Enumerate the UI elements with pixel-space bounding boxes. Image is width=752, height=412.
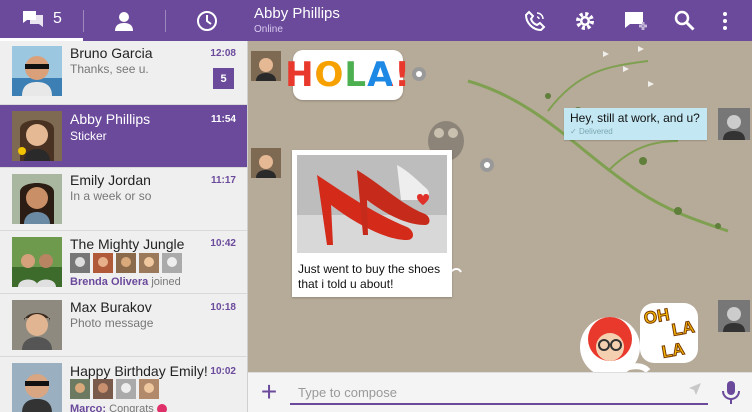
my-avatar [718,300,750,332]
group-avatar [12,363,62,412]
group-avatar [12,237,62,287]
conversation-row[interactable]: Bruno Garcia 12:08 Thanks, see u. 5 [0,41,247,105]
conversation-time: 10:42 [210,238,236,249]
add-message-icon [625,11,647,30]
member-avatar [116,253,136,273]
tab-divider [83,10,84,32]
clock-icon [196,10,217,31]
conversation-preview: Sticker [70,129,107,143]
sender-avatar [251,148,281,178]
contacts-icon [115,11,133,31]
member-avatar [139,379,159,399]
group-event: Brenda Olivera joined [70,276,181,288]
event-user: Brenda Olivera [70,276,149,288]
avatar [12,46,62,96]
sticker-oh-la-la[interactable]: OH LA LA [578,299,708,372]
sticker-text-la: LA [660,339,687,363]
message-thread[interactable]: HOLA! Hey, still at work, and u? ✓ Deliv… [248,41,752,372]
compose-input[interactable] [290,381,708,405]
unread-badge: 5 [213,68,234,89]
chat-header[interactable]: Abby Phillips Online [248,0,510,41]
attach-button[interactable]: + [256,377,282,407]
conversation-row[interactable]: Emily Jordan 11:17 In a week or so [0,168,247,231]
member-avatar [162,253,182,273]
tab-bar: 5 [0,0,248,41]
conversation-time: 11:17 [210,175,236,186]
contact-status: Online [254,24,283,35]
header-actions [510,0,752,41]
conversation-preview: Photo message [70,316,154,330]
avatar [12,300,62,350]
search-icon [674,10,695,31]
member-avatar [139,253,159,273]
message-status: ✓ Delivered [570,127,613,136]
conversation-row[interactable]: Happy Birthday Emily! 10:02 Marco: Congr… [0,357,247,412]
location-pin-icon[interactable] [412,67,426,81]
group-members [70,253,182,273]
avatar [12,111,62,161]
shoes-photo[interactable] [297,155,447,253]
chats-count: 5 [53,10,62,27]
contact-name: Abby Phillips [254,5,340,22]
conversation-name: Abby Phillips [70,111,151,127]
outgoing-message[interactable]: Hey, still at work, and u? ✓ Delivered [564,108,707,140]
conversation-name: The Mighty Jungle [70,236,185,252]
conversation-row-selected[interactable]: Abby Phillips 11:54 Sticker [0,105,247,168]
photo-caption: Just went to buy the shoes that i told u… [298,262,441,291]
top-bar: 5 Abby Phillips Online [0,0,752,41]
conversation-preview: In a week or so [70,189,152,203]
photo-message[interactable]: Just went to buy the shoes that i told u… [292,150,452,297]
tab-recents[interactable] [165,0,248,41]
avatar [12,174,62,224]
group-members [70,379,159,399]
send-location-icon[interactable] [688,382,702,396]
member-avatar [70,253,90,273]
call-button[interactable] [510,0,560,41]
search-button[interactable] [660,0,710,41]
message-text: Hey, still at work, and u? [570,111,700,125]
conversation-time: 10:02 [210,366,236,377]
event-user: Marco: [70,403,107,412]
conversation-name: Emily Jordan [70,172,151,188]
tab-contacts[interactable] [83,0,165,41]
conversation-list[interactable]: Bruno Garcia 12:08 Thanks, see u. 5 Abby… [0,41,248,412]
conversation-time: 11:54 [210,114,236,125]
event-text: Congrats [106,403,154,412]
compose-bar: + [248,372,752,412]
sticker-text: HOLA! [285,55,411,95]
sticker-icon [156,404,167,412]
conversation-preview: Thanks, see u. [70,62,149,76]
member-avatar [116,379,136,399]
new-message-button[interactable] [610,0,660,41]
tab-chats[interactable]: 5 [0,0,83,41]
plus-icon: + [260,376,278,407]
member-avatar [93,253,113,273]
settings-button[interactable] [560,0,610,41]
conversation-row[interactable]: Max Burakov 10:18 Photo message [0,294,247,357]
phone-icon [524,10,546,31]
event-text: joined [148,276,181,288]
member-avatar [93,379,113,399]
conversation-name: Bruno Garcia [70,45,153,61]
chats-icon [23,11,44,27]
tab-divider [165,10,166,32]
group-event: Marco: Congrats [70,403,167,412]
sticker-hola[interactable]: HOLA! [285,50,410,100]
conversation-name: Happy Birthday Emily! [70,363,208,379]
my-avatar [718,108,750,140]
microphone-icon[interactable] [720,379,742,407]
conversation-time: 10:18 [210,302,236,313]
delivery-status: Delivered [578,127,613,136]
sender-avatar [251,51,281,81]
conversation-time: 12:08 [210,48,236,59]
sticker-text-la: LA [670,317,697,341]
overflow-menu-button[interactable] [710,0,740,41]
member-avatar [70,379,90,399]
more-vertical-icon [723,11,727,30]
gear-icon [576,11,594,30]
conversation-name: Max Burakov [70,299,152,315]
conversation-row[interactable]: The Mighty Jungle 10:42 Brenda Olivera j… [0,231,247,294]
location-pin-icon[interactable] [480,158,494,172]
